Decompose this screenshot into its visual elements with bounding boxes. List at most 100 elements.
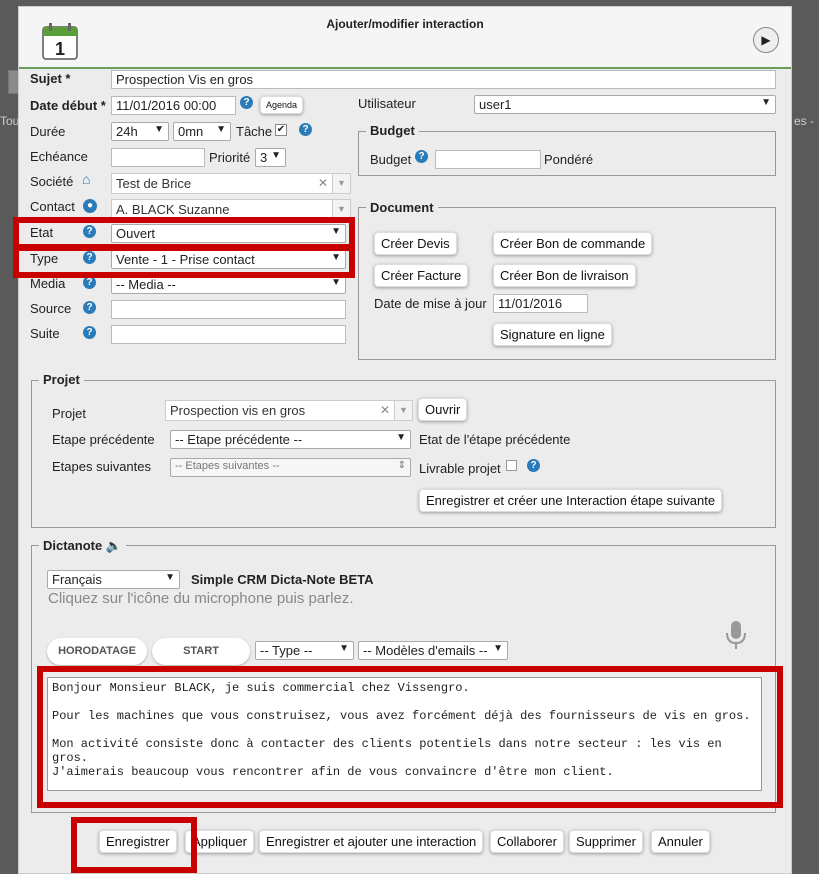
etapes-suiv-select[interactable]: -- Etapes suivantes -- ⇕: [170, 458, 411, 477]
chevron-down-icon: ▼: [165, 572, 175, 583]
source-label: Source: [30, 301, 72, 316]
dictanote-title: Simple CRM Dicta-Note BETA: [191, 572, 374, 587]
highlight-type: [13, 244, 355, 278]
date-debut-input[interactable]: 11/01/2016 00:00: [111, 96, 236, 115]
etape-prec-label: Etape précédente: [52, 432, 155, 447]
modeles-emails-value: -- Modèles d'emails --: [363, 643, 488, 658]
budget-legend: Budget: [366, 123, 419, 138]
highlight-textarea: [37, 666, 783, 808]
priorite-label: Priorité: [209, 150, 251, 165]
media-label: Media: [30, 276, 66, 291]
suite-help-icon[interactable]: ?: [83, 326, 96, 339]
user-icon[interactable]: ●: [83, 199, 97, 213]
chevron-down-icon[interactable]: ▼: [394, 401, 412, 420]
chevron-down-icon: ▼: [493, 643, 503, 654]
horodatage-button[interactable]: HORODATAGE: [47, 638, 147, 665]
suite-input[interactable]: [111, 325, 346, 344]
etape-prec-value: -- Etape précédente --: [175, 432, 303, 447]
language-value: Français: [52, 572, 102, 587]
creer-facture-button[interactable]: Créer Facture: [374, 264, 469, 287]
date-debut-label: Date début *: [30, 98, 106, 113]
ouvrir-button[interactable]: Ouvrir: [418, 398, 468, 421]
creer-devis-button[interactable]: Créer Devis: [374, 232, 457, 255]
creer-bon-livraison-button[interactable]: Créer Bon de livraison: [493, 264, 636, 287]
microphone-icon[interactable]: [724, 619, 748, 651]
etape-prec-select[interactable]: -- Etape précédente -- ▼: [170, 430, 411, 449]
modeles-emails-select[interactable]: -- Modèles d'emails -- ▼: [358, 641, 508, 660]
chevron-down-icon: ▼: [761, 97, 771, 108]
chevron-down-icon: ▼: [331, 277, 341, 288]
priorite-select[interactable]: 3 ▼: [255, 148, 286, 167]
enregistrer-ajouter-button[interactable]: Enregistrer et ajouter une interaction: [259, 830, 484, 853]
tache-help-icon[interactable]: ?: [299, 123, 312, 136]
document-legend: Document: [366, 200, 438, 215]
sujet-input[interactable]: Prospection Vis en gros: [111, 70, 776, 89]
dialog-title: Ajouter/modifier interaction: [326, 17, 484, 31]
duree-hours-select[interactable]: 24h ▼: [111, 122, 169, 141]
supprimer-button[interactable]: Supprimer: [569, 830, 643, 853]
utilisateur-value: user1: [479, 97, 512, 112]
play-icon[interactable]: ▶: [753, 27, 779, 53]
annuler-button[interactable]: Annuler: [651, 830, 710, 853]
chevron-updown-icon: ⇕: [397, 460, 406, 471]
highlight-enregistrer: [71, 817, 197, 873]
duree-hours-value: 24h: [116, 124, 138, 139]
utilisateur-label: Utilisateur: [358, 96, 416, 111]
duree-label: Durée: [30, 124, 66, 139]
budget-input[interactable]: [435, 150, 541, 169]
chevron-down-icon: ▼: [216, 124, 226, 135]
dialog-header: 1 Ajouter/modifier interaction ▶: [19, 7, 791, 69]
utilisateur-select[interactable]: user1 ▼: [474, 95, 776, 114]
background-text-right: es -: [794, 114, 815, 128]
sujet-label: Sujet *: [30, 71, 71, 86]
chevron-down-icon[interactable]: ▼: [332, 174, 350, 193]
societe-combobox[interactable]: Test de Brice ✕ ▼: [111, 173, 351, 194]
speaker-icon[interactable]: 🔈: [106, 538, 122, 553]
etapes-suiv-value: -- Etapes suivantes --: [175, 460, 280, 472]
signature-button[interactable]: Signature en ligne: [493, 323, 612, 346]
livrable-help-icon[interactable]: ?: [527, 459, 540, 472]
media-value: -- Media --: [116, 277, 176, 292]
livrable-checkbox[interactable]: [506, 460, 517, 471]
clear-icon[interactable]: ✕: [318, 176, 328, 190]
suite-label: Suite: [30, 326, 60, 341]
source-help-icon[interactable]: ?: [83, 301, 96, 314]
creer-bon-commande-button[interactable]: Créer Bon de commande: [493, 232, 653, 255]
date-maj-input[interactable]: 11/01/2016: [493, 294, 588, 313]
dictanote-legend: Dictanote 🔈: [39, 538, 127, 554]
type-note-value: -- Type --: [260, 643, 313, 658]
agenda-button[interactable]: Agenda: [260, 96, 304, 114]
budget-help-icon[interactable]: ?: [415, 150, 428, 163]
projet-legend: Projet: [39, 372, 84, 387]
chevron-down-icon: ▼: [271, 150, 281, 161]
interaction-dialog: 1 Ajouter/modifier interaction ▶ Sujet *…: [13, 6, 792, 874]
clear-icon[interactable]: ✕: [380, 403, 390, 417]
background-text-left: Tou: [0, 114, 20, 128]
dictanote-legend-text: Dictanote: [43, 538, 103, 553]
duree-minutes-select[interactable]: 0mn ▼: [173, 122, 231, 141]
type-note-select[interactable]: -- Type -- ▼: [255, 641, 354, 660]
language-select[interactable]: Français ▼: [47, 570, 180, 589]
enregistrer-creer-etape-button[interactable]: Enregistrer et créer une Interaction éta…: [419, 489, 723, 512]
source-input[interactable]: [111, 300, 346, 319]
home-icon[interactable]: ⌂: [82, 171, 90, 187]
projet-combobox[interactable]: Prospection vis en gros ✕ ▼: [165, 400, 413, 421]
start-button[interactable]: START: [152, 638, 250, 665]
collaborer-button[interactable]: Collaborer: [490, 830, 564, 853]
contact-label: Contact: [30, 199, 75, 214]
projet-label: Projet: [52, 406, 86, 421]
duree-minutes-value: 0mn: [178, 124, 204, 139]
budget-label: Budget: [370, 152, 412, 167]
chevron-down-icon: ▼: [396, 432, 406, 443]
etat-etape-prec-label: Etat de l'étape précédente: [419, 432, 571, 447]
projet-value: Prospection vis en gros: [170, 403, 306, 418]
svg-text:1: 1: [55, 39, 65, 59]
echeance-input[interactable]: [111, 148, 205, 167]
pondere-label: Pondéré: [544, 152, 594, 167]
date-help-icon[interactable]: ?: [240, 96, 253, 109]
societe-value: Test de Brice: [116, 176, 192, 191]
chevron-down-icon: ▼: [339, 643, 349, 654]
chevron-down-icon: ▼: [154, 124, 164, 135]
tache-checkbox[interactable]: ✔: [275, 124, 287, 136]
societe-label: Société: [30, 174, 74, 189]
